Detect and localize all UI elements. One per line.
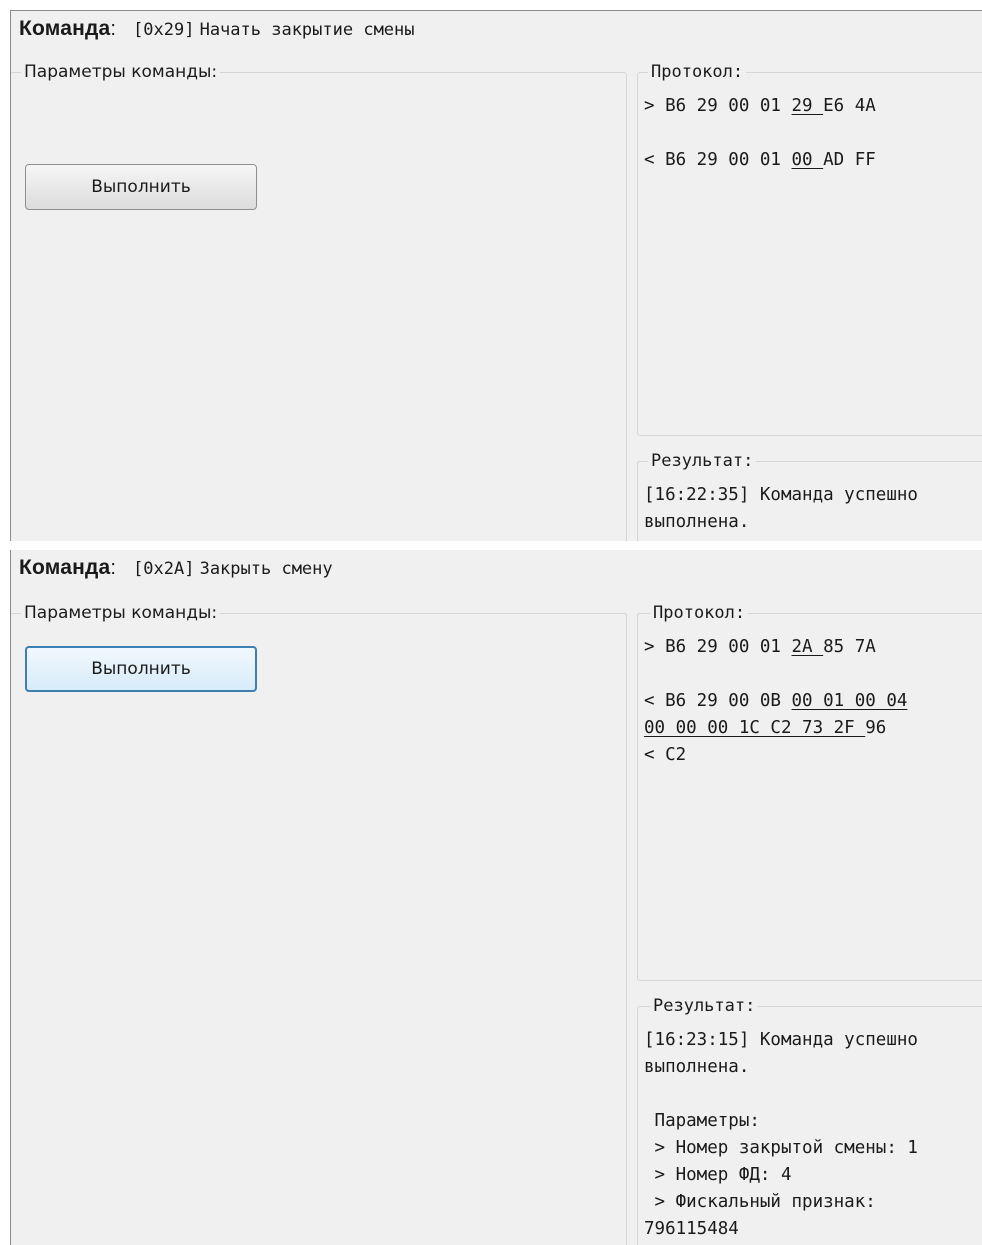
protocol-data-segment: 2A — [791, 637, 824, 657]
protocol-line: < B6 29 00 0B 00 01 00 04 — [644, 688, 982, 715]
result-line: выполнена. — [644, 1057, 750, 1077]
command-code: [0x2A] — [133, 559, 195, 579]
result-group: Результат: [16:23:15] Команда успешно вып… — [637, 996, 982, 1245]
command-name: Начать закрытие смены — [199, 20, 415, 40]
command-colon: : — [110, 18, 116, 40]
protocol-group-title: Протокол: — [648, 62, 747, 82]
execute-button[interactable]: Выполнить — [25, 164, 257, 210]
protocol-text-segment: 96 — [865, 718, 887, 738]
result-line: 796115484 — [644, 1219, 739, 1239]
protocol-group-title: Протокол: — [650, 603, 749, 623]
protocol-text-segment: 85 7A — [823, 637, 876, 657]
params-group-title: Параметры команды: — [21, 62, 221, 82]
protocol-line: < C2 — [644, 742, 982, 769]
protocol-line: > B6 29 00 01 2A 85 7A — [644, 634, 982, 661]
protocol-line: 00 00 00 1C C2 73 2F 96 — [644, 715, 982, 742]
protocol-text-segment: E6 4A — [823, 96, 876, 116]
result-line: > Фискальный признак: — [644, 1192, 876, 1212]
protocol-line: < B6 29 00 01 00 AD FF — [644, 147, 982, 174]
protocol-data-segment: 00 — [791, 150, 824, 170]
result-log: [16:23:15] Команда успешно выполнена. Пар… — [644, 1027, 982, 1243]
result-group: Результат: [16:22:35] Команда успешно вып… — [637, 451, 982, 541]
protocol-text-segment: < B6 29 00 0B — [644, 691, 792, 711]
protocol-text-segment: < C2 — [644, 745, 687, 765]
result-line: > Номер ФД: 4 — [644, 1165, 792, 1185]
protocol-log: > B6 29 00 01 29 E6 4A < B6 29 00 01 00 … — [644, 93, 982, 174]
command-header: Команда: [0x2A] Закрыть смену — [19, 556, 333, 580]
result-line: > Номер закрытой смены: 1 — [644, 1138, 918, 1158]
result-group-title: Результат: — [650, 996, 759, 1016]
protocol-group: Протокол: > B6 29 00 01 29 E6 4A < B6 29… — [637, 62, 982, 436]
protocol-group: Протокол: > B6 29 00 01 2A 85 7A < B6 29… — [637, 603, 982, 981]
protocol-line — [644, 661, 982, 688]
command-colon: : — [110, 557, 116, 579]
protocol-data-segment: 00 00 00 1C C2 73 2F — [644, 718, 866, 738]
protocol-text-segment: > B6 29 00 01 — [644, 96, 792, 116]
result-line: [16:23:15] Команда успешно — [644, 1030, 918, 1050]
protocol-text-segment: > B6 29 00 01 — [644, 637, 792, 657]
protocol-data-segment: 29 — [791, 96, 824, 116]
command-label: Команда — [19, 17, 111, 40]
protocol-text-segment: < B6 29 00 01 — [644, 150, 792, 170]
command-name: Закрыть смену — [199, 559, 333, 579]
command-panel-1: Команда: [0x29] Начать закрытие смены Па… — [10, 10, 982, 541]
protocol-log: > B6 29 00 01 2A 85 7A < B6 29 00 0B 00 … — [644, 634, 982, 769]
command-panel-2: Команда: [0x2A] Закрыть смену Параметры … — [10, 550, 982, 1245]
params-group: Параметры команды: Выполнить — [11, 603, 627, 1245]
params-group: Параметры команды: Выполнить — [11, 62, 627, 541]
command-header: Команда: [0x29] Начать закрытие смены — [19, 17, 415, 41]
protocol-text-segment: AD FF — [823, 150, 876, 170]
result-line — [644, 1081, 982, 1108]
protocol-line: > B6 29 00 01 29 E6 4A — [644, 93, 982, 120]
params-group-title: Параметры команды: — [21, 603, 221, 623]
result-line: выполнена. — [644, 512, 750, 532]
command-label: Команда — [19, 556, 111, 579]
command-code: [0x29] — [133, 20, 195, 40]
result-line: Параметры: — [644, 1111, 760, 1131]
result-log: [16:22:35] Команда успешно выполнена. — [644, 482, 982, 536]
protocol-line — [644, 120, 982, 147]
result-group-title: Результат: — [648, 451, 757, 471]
result-line: [16:22:35] Команда успешно — [644, 485, 918, 505]
protocol-data-segment: 00 01 00 04 — [791, 691, 908, 711]
execute-button[interactable]: Выполнить — [25, 646, 257, 692]
